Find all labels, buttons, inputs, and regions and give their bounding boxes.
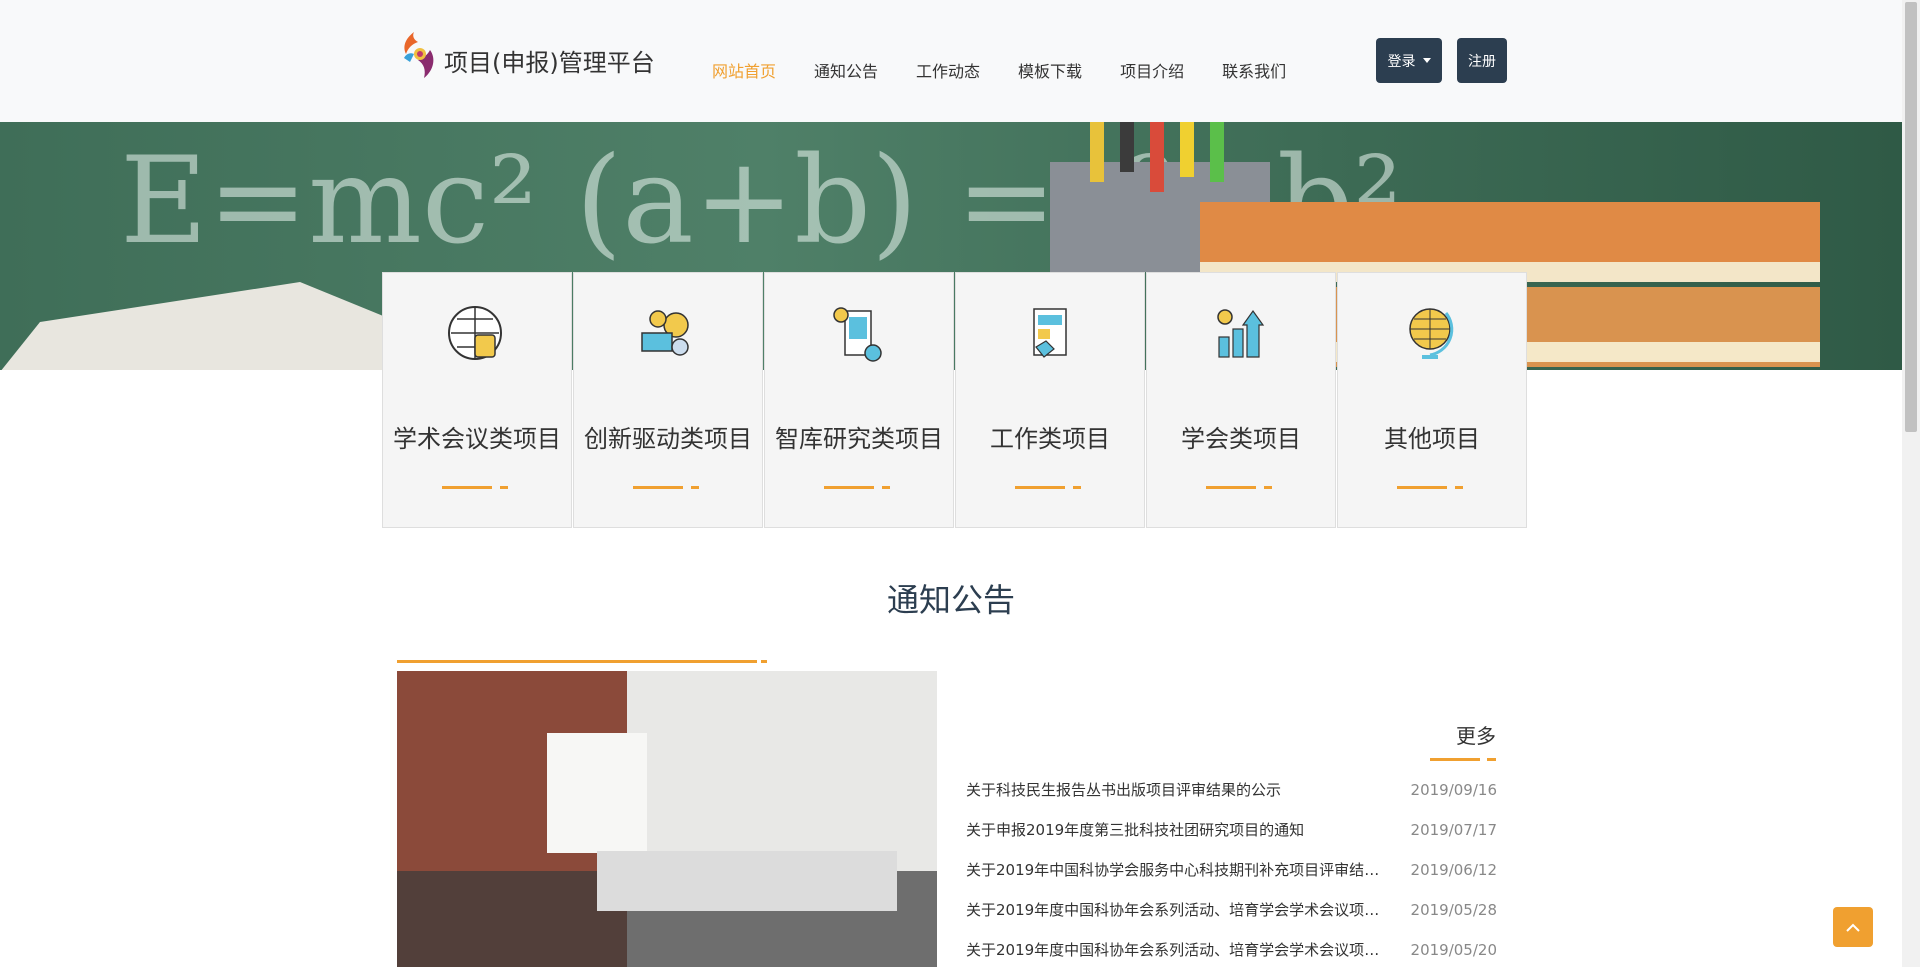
accent-dash (1264, 486, 1272, 489)
list-item[interactable]: 关于科技民生报告丛书出版项目评审结果的公示 2019/09/16 (966, 780, 1497, 820)
chevron-up-icon (1846, 923, 1860, 932)
globe-thumbs-up-icon (448, 306, 502, 360)
meeting-photo-image (397, 671, 937, 967)
notice-date: 2019/05/28 (1410, 901, 1497, 919)
nav-notices[interactable]: 通知公告 (814, 58, 878, 82)
report-document-icon (1033, 308, 1067, 358)
notice-title: 关于2019年度中国科协年会系列活动、培育学会学术会议项目评审结果 (966, 941, 1386, 959)
list-item[interactable]: 关于2019年度中国科协年会系列活动、培育学会学术会议项目评审结果 2019/0… (966, 940, 1497, 980)
accent-dash (500, 486, 508, 489)
nav-templates[interactable]: 模板下载 (1018, 58, 1082, 82)
accent-line (1015, 486, 1065, 489)
nav-home[interactable]: 网站首页 (712, 58, 776, 82)
section-accent-dash (761, 660, 767, 663)
accent-line (824, 486, 874, 489)
category-card-work[interactable]: 工作类项目 (955, 272, 1145, 528)
nav-project-intro[interactable]: 项目介绍 (1120, 58, 1184, 82)
register-label: 注册 (1468, 53, 1496, 70)
accent-dash (882, 486, 890, 489)
category-label: 工作类项目 (990, 425, 1110, 453)
section-accent-line (397, 660, 757, 663)
register-button[interactable]: 注册 (1457, 38, 1507, 83)
accent-line (1397, 486, 1447, 489)
notice-title: 关于2019年度中国科协年会系列活动、培育学会学术会议项目的通知 (966, 901, 1386, 919)
list-item[interactable]: 关于2019年中国科协学会服务中心科技期刊补充项目评审结果的公示 2019/06… (966, 860, 1497, 900)
nav-work-news[interactable]: 工作动态 (916, 58, 980, 82)
more-accent-dash (1487, 758, 1496, 761)
list-item[interactable]: 关于2019年度中国科协年会系列活动、培育学会学术会议项目的通知 2019/05… (966, 900, 1497, 940)
site-logo[interactable]: 项目(申报)管理平台 (396, 28, 655, 84)
notice-date: 2019/05/20 (1410, 941, 1497, 959)
login-label: 登录 (1387, 53, 1416, 70)
accent-line (1206, 486, 1256, 489)
category-card-other[interactable]: 其他项目 (1337, 272, 1527, 528)
category-card-think-tank[interactable]: 智库研究类项目 (764, 272, 954, 528)
category-card-academic[interactable]: 学术会议类项目 (382, 272, 572, 528)
category-card-society[interactable]: 学会类项目 (1146, 272, 1336, 528)
notice-date: 2019/06/12 (1410, 861, 1497, 879)
notice-title: 关于科技民生报告丛书出版项目评审结果的公示 (966, 781, 1282, 799)
category-label: 学会类项目 (1181, 425, 1301, 453)
category-label: 智库研究类项目 (775, 425, 943, 453)
accent-dash (1073, 486, 1081, 489)
nav-contact[interactable]: 联系我们 (1222, 58, 1286, 82)
scrollbar-thumb[interactable] (1905, 2, 1917, 432)
main-nav: 网站首页 通知公告 工作动态 模板下载 项目介绍 联系我们 (712, 58, 1324, 82)
notice-title: 关于申报2019年度第三批科技社团研究项目的通知 (966, 821, 1305, 839)
list-item[interactable]: 关于申报2019年度第三批科技社团研究项目的通知 2019/07/17 (966, 820, 1497, 860)
notice-date: 2019/09/16 (1410, 781, 1497, 799)
accent-dash (691, 486, 699, 489)
notices-section-title: 通知公告 (886, 581, 1015, 619)
category-card-innovation[interactable]: 创新驱动类项目 (573, 272, 763, 528)
logo-icon (404, 32, 434, 78)
accent-line (442, 486, 492, 489)
site-header: 项目(申报)管理平台 网站首页 通知公告 工作动态 模板下载 项目介绍 联系我们… (0, 0, 1902, 122)
category-label: 其他项目 (1384, 425, 1480, 453)
back-to-top-button[interactable] (1833, 907, 1873, 947)
growth-arrow-icon (1217, 309, 1265, 358)
project-category-cards: 学术会议类项目 创新驱动类项目 智库研究类项目 工作类项目 学会类项目 其他项目 (382, 272, 1528, 528)
page-scrollbar[interactable] (1902, 0, 1920, 967)
document-gear-icon (833, 307, 882, 362)
notices-photo (397, 671, 937, 967)
more-accent-line (1430, 758, 1480, 761)
notice-title: 关于2019年中国科协学会服务中心科技期刊补充项目评审结果的公示 (966, 861, 1386, 879)
accent-line (633, 486, 683, 489)
site-title: 项目(申报)管理平台 (444, 48, 655, 77)
notice-date: 2019/07/17 (1410, 821, 1497, 839)
gears-cash-icon (641, 310, 689, 356)
category-label: 创新驱动类项目 (584, 425, 752, 453)
globe-icon (1409, 308, 1454, 359)
notice-list: 关于科技民生报告丛书出版项目评审结果的公示 2019/09/16 关于申报201… (966, 780, 1497, 980)
more-link[interactable]: 更多 (1456, 720, 1496, 749)
caret-down-icon (1422, 58, 1431, 63)
accent-dash (1455, 486, 1463, 489)
login-dropdown-button[interactable]: 登录 (1376, 38, 1442, 83)
category-label: 学术会议类项目 (393, 425, 561, 453)
